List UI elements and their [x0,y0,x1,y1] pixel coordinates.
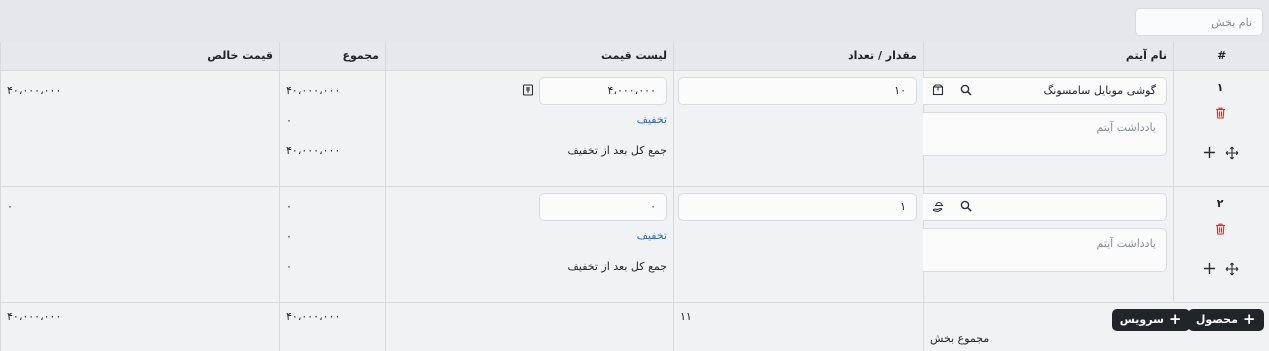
plus-icon[interactable] [1202,261,1218,277]
section-total-label: مجموع بخش [930,331,990,345]
row-net-price: ۰ [7,199,13,213]
row-number: ۲ [1216,196,1224,210]
total-after-discount-label: جمع کل بعد از تخفیف [567,259,667,273]
col-header-num: # [1173,42,1269,71]
add-service-button[interactable]: + سرویس [1111,308,1190,331]
add-product-button[interactable]: + محصول [1187,308,1264,331]
col-header-total: مجموع [279,42,386,71]
quantity-input[interactable] [678,76,917,105]
discount-link[interactable]: تخفیف [637,113,667,126]
col-header-net: قیمت خالص [0,42,280,71]
row-net-price: ۴۰،۰۰۰،۰۰۰ [7,83,62,97]
price-input[interactable] [539,192,667,221]
row-discount-value: ۰ [286,113,292,127]
row-total-after-discount: ۰ [286,259,292,273]
section-name-input[interactable] [1135,8,1263,36]
price-input[interactable] [539,76,667,105]
move-icon[interactable] [1224,261,1240,277]
quantity-input[interactable] [678,192,917,221]
row-total: ۴۰،۰۰۰،۰۰۰ [286,83,341,97]
row-total-after-discount: ۴۰،۰۰۰،۰۰۰ [286,143,341,157]
add-service-label: سرویس [1119,313,1164,326]
service-icon[interactable] [931,199,945,213]
trash-icon[interactable] [1214,106,1228,120]
plus-icon[interactable] [1202,145,1218,161]
col-header-qty: مقدار / تعداد [673,42,924,71]
row-total: ۰ [286,199,292,213]
section-net-total: ۴۰،۰۰۰،۰۰۰ [7,309,62,323]
row-number: ۱ [1216,80,1224,94]
plus-icon: + [1242,310,1256,328]
add-product-label: محصول [1195,313,1238,326]
box-icon[interactable] [931,83,945,97]
table-row: ۲ یادداشت آیتم ۱ ۰ تخفیف جمع کل بعد از ت… [0,186,1269,303]
items-table: # نام آیتم مقدار / تعداد لیست قیمت مجموع… [0,42,1269,351]
price-icon[interactable] [521,83,535,97]
search-icon[interactable] [959,83,973,97]
move-icon[interactable] [1224,145,1240,161]
section-footer-row: + محصول + سرویس مجموع بخش ۱۱ ۴۰،۰۰۰،۰۰۰ … [0,302,1269,351]
col-header-item: نام آیتم [923,42,1174,71]
section-header [0,0,1269,42]
section-total: ۴۰،۰۰۰،۰۰۰ [286,309,341,323]
plus-icon: + [1168,310,1182,328]
row-discount-value: ۰ [286,229,292,243]
trash-icon[interactable] [1214,222,1228,236]
col-header-price: لیست قیمت [385,42,674,71]
search-icon[interactable] [959,199,973,213]
total-after-discount-label: جمع کل بعد از تخفیف [567,143,667,157]
section-qty-total: ۱۱ [680,309,692,323]
discount-link[interactable]: تخفیف [637,229,667,242]
table-row: ۱ گوشی موبایل سامسونگ یادداشت آیتم ۱۰ ۴،… [0,70,1269,187]
